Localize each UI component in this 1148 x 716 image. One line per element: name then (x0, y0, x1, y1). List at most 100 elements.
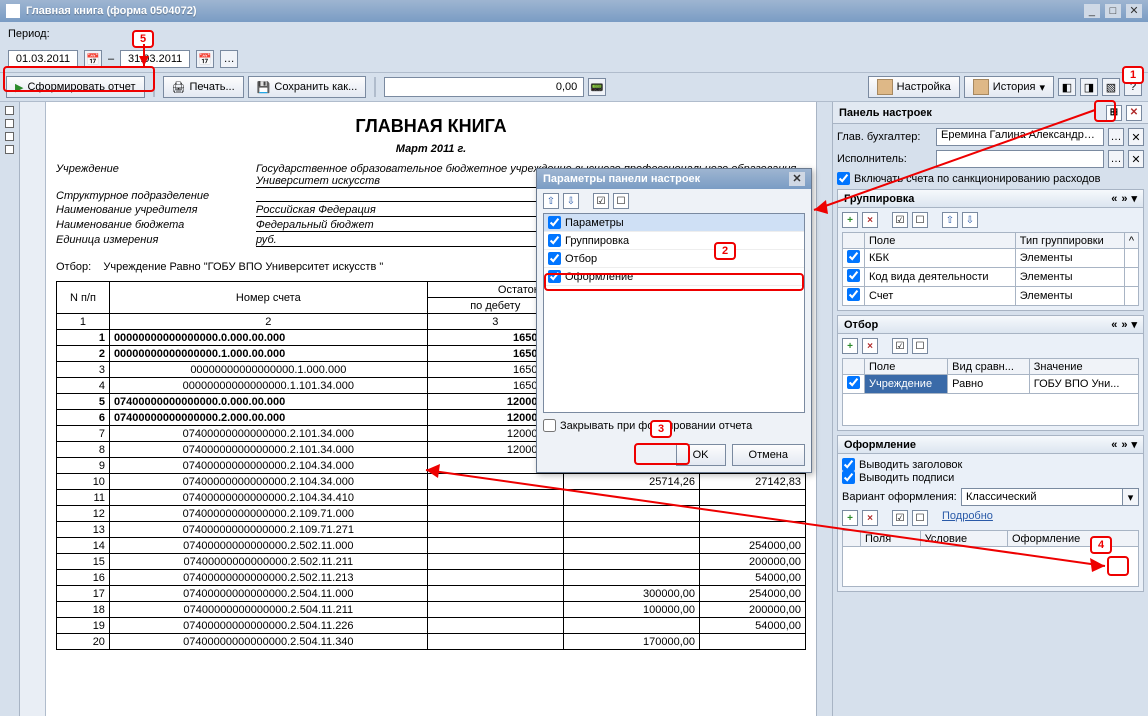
filter-row-val[interactable]: ГОБУ ВПО Уни... (1029, 375, 1138, 394)
nav-prev-icon[interactable]: « (1111, 439, 1117, 451)
calendar-from-icon[interactable]: 📅 (84, 50, 102, 68)
exec-ellipsis-button[interactable]: … (1108, 150, 1124, 168)
dlg-down-button[interactable]: ⇩ (563, 193, 579, 209)
toolbar-extra-3[interactable]: ▧ (1102, 78, 1120, 96)
table-row[interactable]: 1907400000000000000.2.504.11.22654000,00 (57, 618, 806, 634)
filter-row-checkbox[interactable] (847, 376, 860, 389)
period-ellipsis-button[interactable]: … (220, 50, 238, 68)
show-header-checkbox[interactable] (842, 458, 855, 471)
dlg-up-button[interactable]: ⇧ (543, 193, 559, 209)
filter-row-comp[interactable]: Равно (948, 375, 1030, 394)
dialog-item-checkbox[interactable] (548, 270, 561, 283)
dlg-check-button[interactable]: ☑ (593, 193, 609, 209)
table-row[interactable]: 1607400000000000000.2.502.11.21354000,00 (57, 570, 806, 586)
appearance-grid[interactable]: ПоляУсловиеОформление (842, 530, 1139, 587)
inner-gutter[interactable] (20, 102, 46, 716)
grouping-row-checkbox[interactable] (847, 288, 860, 301)
variant-dropdown-arrow[interactable]: ▾ (1122, 489, 1138, 505)
filter-grid[interactable]: ПолеВид сравн...Значение Учреждение Равн… (842, 358, 1139, 426)
calc-icon[interactable]: 📟 (588, 78, 606, 96)
nav-next-icon[interactable]: » (1121, 193, 1127, 205)
appearance-del-button[interactable]: × (862, 510, 878, 526)
settings-panel-config-icon[interactable]: ⊞ (1106, 105, 1122, 121)
filter-del-button[interactable]: × (862, 338, 878, 354)
print-button[interactable]: 🖨 Печать... (163, 76, 244, 98)
exec-input[interactable] (936, 150, 1104, 168)
dialog-cancel-button[interactable]: Отмена (732, 444, 805, 466)
variant-dropdown[interactable]: Классический ▾ (961, 488, 1139, 506)
period-from-input[interactable] (8, 50, 78, 68)
appearance-check-button[interactable]: ☑ (892, 510, 908, 526)
chevron-down-icon[interactable]: ▾ (1131, 318, 1137, 331)
table-row[interactable]: 1707400000000000000.2.504.11.000300000,0… (57, 586, 806, 602)
grouping-del-button[interactable]: × (862, 212, 878, 228)
table-row[interactable]: 1207400000000000000.2.109.71.000 (57, 506, 806, 522)
generate-report-button[interactable]: ▶ Сформировать отчет (6, 76, 145, 98)
close-button[interactable]: ✕ (1126, 4, 1142, 18)
grouping-check-button[interactable]: ☑ (892, 212, 908, 228)
table-row[interactable]: 2007400000000000000.2.504.11.340170000,0… (57, 634, 806, 650)
dlg-uncheck-button[interactable]: ☐ (613, 193, 629, 209)
maximize-button[interactable]: □ (1105, 4, 1121, 18)
chevron-down-icon[interactable]: ▾ (1131, 438, 1137, 451)
exec-clear-button[interactable]: ✕ (1128, 150, 1144, 168)
dialog-list[interactable]: ПараметрыГруппировкаОтборОформление (543, 213, 805, 413)
table-row[interactable]: 1307400000000000000.2.109.71.271 (57, 522, 806, 538)
help-button[interactable]: ? (1124, 78, 1142, 96)
nav-prev-icon[interactable]: « (1111, 319, 1117, 331)
dialog-item-checkbox[interactable] (548, 252, 561, 265)
dialog-list-item[interactable]: Параметры (544, 214, 804, 232)
period-to-input[interactable] (120, 50, 190, 68)
table-row[interactable]: 1407400000000000000.2.502.11.000254000,0… (57, 538, 806, 554)
grouping-row[interactable]: Код вида деятельностиЭлементы (843, 268, 1139, 287)
settings-button[interactable]: Настройка (868, 76, 960, 98)
nav-prev-icon[interactable]: « (1111, 193, 1117, 205)
grouping-add-button[interactable]: + (842, 212, 858, 228)
dialog-close-button[interactable]: ✕ (789, 172, 805, 186)
dialog-item-checkbox[interactable] (548, 234, 561, 247)
dialog-list-item[interactable]: Оформление (544, 268, 804, 286)
chief-ellipsis-button[interactable]: … (1108, 128, 1124, 146)
save-as-button[interactable]: 💾 Сохранить как... (248, 76, 367, 98)
filter-add-button[interactable]: + (842, 338, 858, 354)
include-sanc-checkbox[interactable] (837, 172, 850, 185)
filter-uncheck-button[interactable]: ☐ (912, 338, 928, 354)
nav-next-icon[interactable]: » (1121, 439, 1127, 451)
show-signs-checkbox[interactable] (842, 471, 855, 484)
appearance-add-button[interactable]: + (842, 510, 858, 526)
grouping-up-button[interactable]: ⇧ (942, 212, 958, 228)
grouping-row[interactable]: СчетЭлементы (843, 287, 1139, 306)
dialog-ok-button[interactable]: OK (676, 444, 726, 466)
grouping-uncheck-button[interactable]: ☐ (912, 212, 928, 228)
grouping-row-checkbox[interactable] (847, 269, 860, 282)
history-button[interactable]: История ▾ (964, 76, 1054, 98)
toolbar-extra-1[interactable]: ◧ (1058, 78, 1076, 96)
chevron-down-icon[interactable]: ▾ (1131, 192, 1137, 205)
vertical-scrollbar[interactable] (816, 102, 832, 716)
close-on-generate-checkbox[interactable] (543, 419, 556, 432)
settings-panel-close-icon[interactable]: ✕ (1126, 105, 1142, 121)
grouping-row-checkbox[interactable] (847, 250, 860, 263)
table-row[interactable]: 1107400000000000000.2.104.34.410 (57, 490, 806, 506)
nav-next-icon[interactable]: » (1121, 319, 1127, 331)
filter-row[interactable]: Учреждение Равно ГОБУ ВПО Уни... (843, 375, 1139, 394)
minimize-button[interactable]: _ (1084, 4, 1100, 18)
table-row[interactable]: 1507400000000000000.2.502.11.211200000,0… (57, 554, 806, 570)
calendar-to-icon[interactable]: 📅 (196, 50, 214, 68)
detail-link[interactable]: Подробно (942, 510, 993, 526)
chief-input[interactable]: Еремина Галина Александровна (936, 128, 1104, 146)
grouping-row[interactable]: КБКЭлементы (843, 249, 1139, 268)
dialog-list-item[interactable]: Группировка (544, 232, 804, 250)
filter-check-button[interactable]: ☑ (892, 338, 908, 354)
dialog-item-checkbox[interactable] (548, 216, 561, 229)
filter-row-field[interactable]: Учреждение (865, 375, 948, 394)
outline-gutter[interactable] (0, 102, 20, 716)
appearance-uncheck-button[interactable]: ☐ (912, 510, 928, 526)
amount-input[interactable] (384, 77, 584, 97)
chief-clear-button[interactable]: ✕ (1128, 128, 1144, 146)
table-row[interactable]: 1807400000000000000.2.504.11.211100000,0… (57, 602, 806, 618)
dialog-list-item[interactable]: Отбор (544, 250, 804, 268)
toolbar-extra-2[interactable]: ◨ (1080, 78, 1098, 96)
grouping-grid[interactable]: ПолеТип группировки^ КБКЭлементыКод вида… (842, 232, 1139, 306)
grouping-down-button[interactable]: ⇩ (962, 212, 978, 228)
